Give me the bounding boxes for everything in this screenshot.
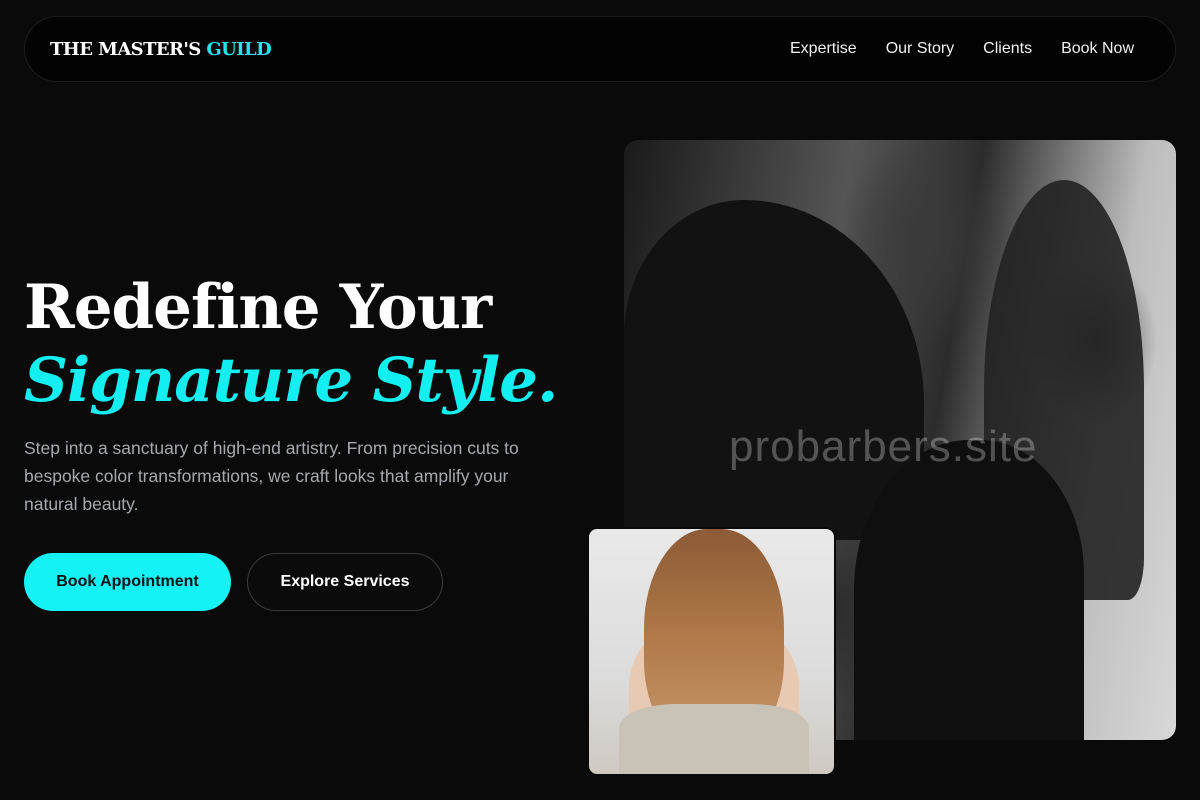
nav-link-clients[interactable]: Clients (983, 40, 1032, 58)
model-dress (619, 704, 809, 774)
brand-name-primary: THE MASTER'S (50, 38, 201, 60)
hero-description: Step into a sanctuary of high-end artist… (24, 438, 519, 514)
image-watermark: probarbers.site (729, 422, 1038, 471)
hero-text: Redefine Your Signature Style. Step into… (24, 270, 564, 518)
hero-title: Redefine Your Signature Style. (24, 270, 564, 416)
nav-link-our-story[interactable]: Our Story (886, 40, 954, 58)
explore-services-button[interactable]: Explore Services (247, 553, 443, 611)
hero-secondary-image (587, 527, 836, 776)
top-navbar: THE MASTER'S GUILD Expertise Our Story C… (24, 16, 1176, 82)
book-appointment-button[interactable]: Book Appointment (24, 553, 231, 611)
nav-link-book-now[interactable]: Book Now (1061, 40, 1134, 58)
brand-name-accent: GUILD (206, 38, 272, 60)
client-figure (854, 440, 1084, 740)
brand-logo[interactable]: THE MASTER'S GUILD (50, 38, 272, 60)
stylist-figure (624, 200, 924, 540)
nav-links: Expertise Our Story Clients Book Now (790, 40, 1134, 58)
nav-link-expertise[interactable]: Expertise (790, 40, 857, 58)
hero-title-line2: Signature Style. (24, 345, 558, 416)
hero-title-line1: Redefine Your (24, 272, 492, 343)
